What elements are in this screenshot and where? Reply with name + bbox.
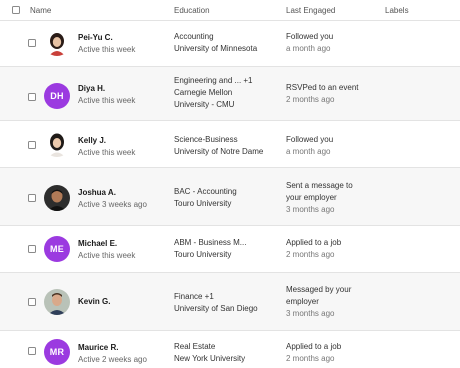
- table-row[interactable]: Kelly J. Active this week Science-Busine…: [0, 121, 460, 168]
- activity-status: Active 2 weeks ago: [78, 355, 147, 364]
- last-engaged-column-header[interactable]: Last Engaged: [286, 6, 335, 15]
- activity-status: Active this week: [78, 148, 136, 157]
- avatar: MR: [44, 339, 70, 365]
- engagement-text: Sent a message to: [286, 181, 353, 190]
- table-row[interactable]: Kevin G. Finance +1 University of San Di…: [0, 273, 460, 331]
- engagement-text: Messaged by your: [286, 285, 352, 294]
- row-checkbox[interactable]: [28, 245, 36, 253]
- education-cell: Science-Business University of Notre Dam…: [174, 134, 279, 158]
- major-text: ABM - Business M...: [174, 238, 247, 247]
- last-engaged-cell: Applied to a job 2 months ago: [286, 341, 381, 365]
- person-name[interactable]: Kelly J.: [78, 136, 106, 145]
- education-cell: BAC - Accounting Touro University: [174, 186, 279, 210]
- avatar: [44, 30, 70, 56]
- major-text: Accounting: [174, 32, 214, 41]
- education-column-header[interactable]: Education: [174, 6, 210, 15]
- last-engaged-cell: Sent a message to your employer 3 months…: [286, 180, 381, 216]
- last-engaged-cell: RSVPed to an event 2 months ago: [286, 82, 381, 106]
- avatar: [44, 289, 70, 315]
- school-text: Touro University: [174, 199, 232, 208]
- education-cell: Real Estate New York University: [174, 341, 279, 365]
- activity-status: Active this week: [78, 45, 136, 54]
- person-name[interactable]: Joshua A.: [78, 188, 116, 197]
- school-text: University - CMU: [174, 100, 235, 109]
- avatar: [44, 131, 70, 157]
- table-row[interactable]: Pei-Yu C. Active this week Accounting Un…: [0, 20, 460, 67]
- engagement-time: 2 months ago: [286, 354, 335, 363]
- row-checkbox[interactable]: [28, 194, 36, 202]
- last-engaged-cell: Followed you a month ago: [286, 134, 381, 158]
- row-checkbox[interactable]: [28, 298, 36, 306]
- major-text: Finance +1: [174, 292, 214, 301]
- engagement-text: RSVPed to an event: [286, 83, 359, 92]
- person-name[interactable]: Michael E.: [78, 239, 117, 248]
- school-text: University of Minnesota: [174, 44, 258, 53]
- row-checkbox[interactable]: [28, 39, 36, 47]
- major-text: Engineering and ... +1: [174, 76, 253, 85]
- engagement-text: Applied to a job: [286, 342, 342, 351]
- table-row[interactable]: DH Diya H. Active this week Engineering …: [0, 67, 460, 121]
- major-text: Real Estate: [174, 342, 216, 351]
- table-header: Name Education Last Engaged Labels: [0, 0, 460, 21]
- person-name[interactable]: Kevin G.: [78, 297, 110, 306]
- education-cell: Engineering and ... +1 Carnegie Mellon U…: [174, 75, 279, 111]
- avatar: ME: [44, 236, 70, 262]
- education-cell: Finance +1 University of San Diego: [174, 291, 279, 315]
- activity-status: Active this week: [78, 251, 136, 260]
- school-text: Carnegie Mellon: [174, 88, 233, 97]
- person-name[interactable]: Maurice R.: [78, 343, 118, 352]
- table-row[interactable]: ME Michael E. Active this week ABM - Bus…: [0, 226, 460, 273]
- person-name[interactable]: Pei-Yu C.: [78, 33, 113, 42]
- engagement-time: 2 months ago: [286, 95, 335, 104]
- engagement-text: your employer: [286, 193, 337, 202]
- avatar: DH: [44, 83, 70, 109]
- last-engaged-cell: Followed you a month ago: [286, 31, 381, 55]
- activity-status: Active this week: [78, 96, 136, 105]
- last-engaged-cell: Messaged by your employer 3 months ago: [286, 284, 381, 320]
- row-checkbox[interactable]: [28, 141, 36, 149]
- engagement-text: Followed you: [286, 135, 334, 144]
- engagement-time: 2 months ago: [286, 250, 335, 259]
- school-text: New York University: [174, 354, 246, 363]
- major-text: BAC - Accounting: [174, 187, 237, 196]
- school-text: Touro University: [174, 250, 232, 259]
- select-all-checkbox[interactable]: [12, 6, 20, 14]
- school-text: University of San Diego: [174, 304, 258, 313]
- labels-column-header[interactable]: Labels: [385, 6, 409, 15]
- education-cell: ABM - Business M... Touro University: [174, 237, 279, 261]
- row-checkbox[interactable]: [28, 347, 36, 355]
- row-checkbox[interactable]: [28, 93, 36, 101]
- engagement-text: Followed you: [286, 32, 334, 41]
- engagement-time: 3 months ago: [286, 205, 335, 214]
- last-engaged-cell: Applied to a job 2 months ago: [286, 237, 381, 261]
- table-row[interactable]: Joshua A. Active 3 weeks ago BAC - Accou…: [0, 168, 460, 226]
- name-column-header[interactable]: Name: [30, 6, 51, 15]
- major-text: Science-Business: [174, 135, 238, 144]
- education-cell: Accounting University of Minnesota: [174, 31, 279, 55]
- engagement-time: a month ago: [286, 44, 331, 53]
- person-name[interactable]: Diya H.: [78, 84, 105, 93]
- table-row[interactable]: MR Maurice R. Active 2 weeks ago Real Es…: [0, 331, 460, 368]
- engagement-time: 3 months ago: [286, 309, 335, 318]
- school-text: University of Notre Dame: [174, 147, 264, 156]
- engagement-text: Applied to a job: [286, 238, 342, 247]
- engagement-time: a month ago: [286, 147, 331, 156]
- avatar: [44, 185, 70, 211]
- activity-status: Active 3 weeks ago: [78, 200, 147, 209]
- engagement-text: employer: [286, 297, 319, 306]
